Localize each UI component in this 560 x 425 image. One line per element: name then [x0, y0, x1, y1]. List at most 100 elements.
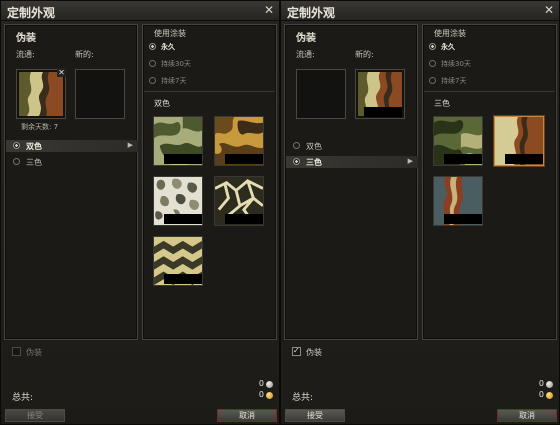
- camo-tile[interactable]: [214, 176, 264, 226]
- remove-camo-icon[interactable]: ✕: [57, 68, 66, 77]
- camouflage-panel: 伪装 流通: 新的: 双色 三色 ▶: [284, 24, 418, 340]
- camo-checkbox[interactable]: [292, 346, 301, 356]
- total-label: 总共:: [12, 393, 34, 403]
- close-icon[interactable]: ✕: [544, 3, 554, 17]
- radio-icon: [429, 43, 436, 50]
- price-bar: [164, 274, 202, 284]
- radio-icon: [149, 60, 156, 67]
- option-30-days[interactable]: 持续30天: [149, 59, 191, 69]
- summary-area: 伪装 0 总共: 0 接受 取消: [4, 344, 277, 424]
- camo-preview-image: [19, 72, 63, 116]
- use-paint-label: 使用涂装: [434, 29, 466, 38]
- section-title: 伪装: [16, 33, 36, 44]
- new-camo-slot: [75, 69, 125, 119]
- use-paint-label: 使用涂装: [154, 29, 186, 38]
- cancel-button[interactable]: 取消: [497, 409, 557, 422]
- gold-amount: 0: [258, 390, 264, 399]
- type-label: 双色: [306, 142, 322, 151]
- radio-icon: [429, 60, 436, 67]
- new-camo-slot[interactable]: [355, 69, 405, 119]
- camouflage-panel: 伪装 流通: 新的: ✕ 剩余天数: 7 双色 ▶ 三色: [4, 24, 138, 340]
- remaining-days: 剩余天数: 7: [21, 123, 59, 131]
- paint-options-panel: 使用涂装 永久 持续30天 持续7天 双色: [142, 24, 277, 340]
- option-30-days[interactable]: 持续30天: [429, 59, 471, 69]
- customization-window-right: 定制外观 ✕ 伪装 流通: 新的: 双色 三色 ▶ 使用涂装 永久 持续30天 …: [280, 0, 560, 425]
- price-bar: [444, 154, 482, 164]
- customization-window-left: 定制外观 ✕ 伪装 流通: 新的: ✕ 剩余天数: 7 双色 ▶ 三色 使用涂装…: [0, 0, 280, 425]
- option-7-days[interactable]: 持续7天: [149, 76, 186, 86]
- camo-tile[interactable]: [153, 116, 203, 166]
- camo-tile[interactable]: [153, 236, 203, 286]
- divider: [424, 91, 555, 92]
- accept-button[interactable]: 接受: [285, 409, 345, 422]
- radio-icon: [429, 77, 436, 84]
- price-bar: [505, 154, 543, 164]
- radio-dot: [13, 158, 20, 165]
- type-row-three-color[interactable]: 三色: [6, 156, 138, 168]
- option-permanent[interactable]: 永久: [429, 42, 455, 52]
- silver-amount: 0: [538, 379, 544, 388]
- camo-tile[interactable]: [153, 176, 203, 226]
- option-label: 持续30天: [441, 60, 471, 68]
- summary-area: 伪装 0 总共: 0 接受 取消: [284, 344, 557, 424]
- type-row-two-color[interactable]: 双色: [286, 140, 418, 152]
- type-label: 双色: [26, 142, 42, 151]
- chevron-right-icon: ▶: [407, 157, 413, 165]
- cancel-button[interactable]: 取消: [217, 409, 277, 422]
- price-bar: [225, 214, 263, 224]
- option-label: 持续7天: [161, 77, 187, 85]
- silver-coin-icon: [546, 381, 553, 388]
- price-bar: [164, 154, 202, 164]
- radio-dot: [293, 142, 300, 149]
- window-title: 定制外观: [7, 6, 56, 20]
- price-bar: [225, 154, 263, 164]
- divider: [144, 91, 275, 92]
- price-bar: [164, 214, 202, 224]
- checkbox-label: 伪装: [26, 348, 42, 357]
- price-bar: [364, 107, 402, 117]
- current-label: 流通:: [296, 50, 315, 59]
- option-label: 永久: [161, 43, 175, 51]
- current-label: 流通:: [16, 50, 35, 59]
- camo-checkbox[interactable]: [12, 347, 21, 356]
- chevron-right-icon: ▶: [127, 141, 133, 149]
- new-label: 新的:: [355, 50, 374, 59]
- gold-coin-icon: [546, 392, 553, 399]
- type-label: 三色: [26, 158, 42, 167]
- type-label: 三色: [306, 158, 322, 167]
- accept-button[interactable]: 接受: [5, 409, 65, 422]
- price-bar: [444, 214, 482, 224]
- total-label: 总共:: [292, 393, 314, 403]
- silver-coin-icon: [266, 381, 273, 388]
- radio-icon: [149, 43, 156, 50]
- camo-tile[interactable]: [433, 176, 483, 226]
- silver-amount: 0: [258, 379, 264, 388]
- option-permanent[interactable]: 永久: [149, 42, 175, 52]
- camo-tile[interactable]: [214, 116, 264, 166]
- paint-options-panel: 使用涂装 永久 持续30天 持续7天 三色: [422, 24, 557, 340]
- new-label: 新的:: [75, 50, 94, 59]
- option-7-days[interactable]: 持续7天: [429, 76, 466, 86]
- type-row-three-color[interactable]: 三色 ▶: [286, 156, 418, 168]
- gold-coin-icon: [266, 392, 273, 399]
- group-label: 双色: [154, 99, 170, 108]
- option-label: 持续7天: [441, 77, 467, 85]
- gold-amount: 0: [538, 390, 544, 399]
- group-label: 三色: [434, 99, 450, 108]
- radio-dot: [293, 158, 300, 165]
- camo-tile-selected[interactable]: [494, 116, 544, 166]
- window-titlebar: 定制外观 ✕: [1, 1, 279, 21]
- radio-icon: [149, 77, 156, 84]
- close-icon[interactable]: ✕: [264, 3, 274, 17]
- checkbox-label: 伪装: [306, 348, 322, 357]
- type-row-two-color[interactable]: 双色 ▶: [6, 140, 138, 152]
- option-label: 持续30天: [161, 60, 191, 68]
- current-camo-slot[interactable]: ✕: [16, 68, 66, 119]
- radio-dot: [13, 142, 20, 149]
- option-label: 永久: [441, 43, 455, 51]
- window-titlebar: 定制外观 ✕: [281, 1, 559, 21]
- current-camo-slot: [296, 69, 346, 119]
- camo-tile[interactable]: [433, 116, 483, 166]
- window-title: 定制外观: [287, 6, 336, 20]
- section-title: 伪装: [296, 33, 316, 44]
